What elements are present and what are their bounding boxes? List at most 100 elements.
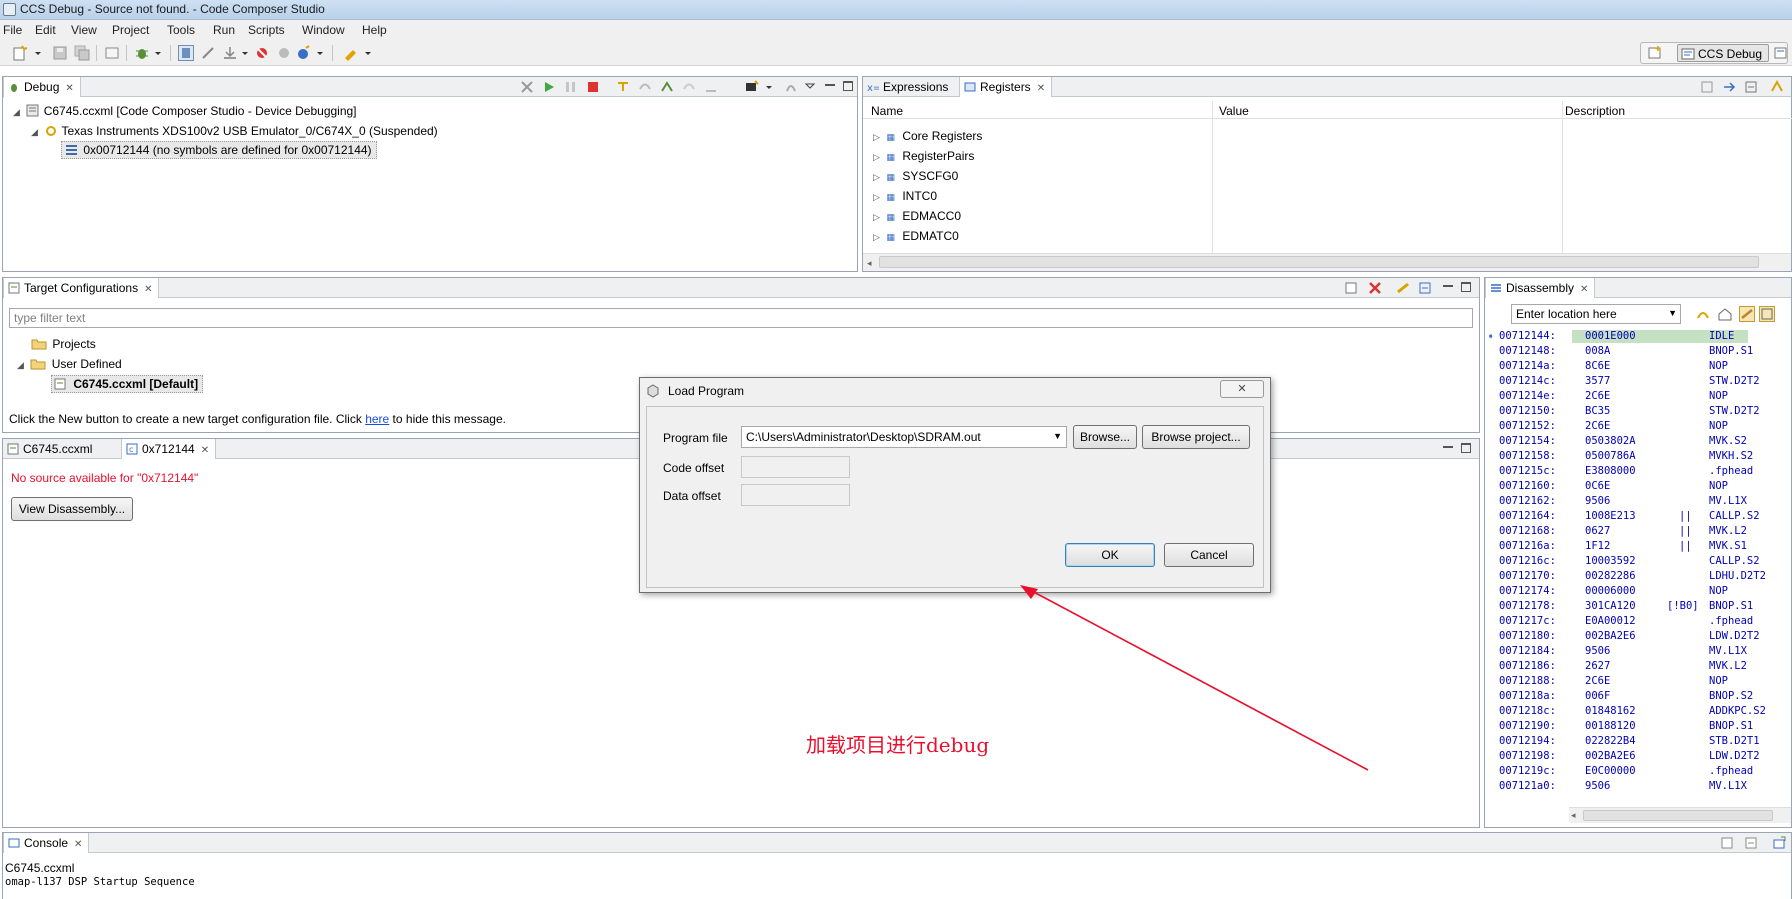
tab-expressions[interactable]: x= Expressions xyxy=(863,77,954,97)
tree-item-ccxml-default[interactable]: C6745.ccxml [Default] xyxy=(51,375,204,393)
step-into-icon[interactable] xyxy=(615,79,631,95)
close-icon[interactable]: ✕ xyxy=(1580,284,1588,295)
close-icon[interactable]: ✕ xyxy=(201,445,209,456)
scroll-thumb[interactable] xyxy=(879,256,1759,268)
menu-tools[interactable]: Tools xyxy=(167,23,195,37)
refresh-icon[interactable] xyxy=(1769,79,1785,95)
step-over-icon[interactable] xyxy=(637,79,653,95)
tree-item-user-defined[interactable]: ◢ User Defined xyxy=(17,357,122,371)
location-input[interactable]: Enter location here ▼ xyxy=(1511,304,1681,324)
menu-window[interactable]: Window xyxy=(302,23,345,37)
open-perspective-icon[interactable] xyxy=(1647,45,1663,61)
run-script-icon[interactable] xyxy=(296,45,312,61)
tree-item-projects[interactable]: Projects xyxy=(31,337,96,351)
save-icon[interactable] xyxy=(52,45,68,61)
menu-edit[interactable]: Edit xyxy=(35,23,56,37)
code-offset-field[interactable] xyxy=(741,456,850,478)
tab-console[interactable]: Console ✕ xyxy=(3,833,90,853)
horizontal-scrollbar[interactable]: ◂ xyxy=(1569,807,1791,823)
resume-icon[interactable] xyxy=(541,79,557,95)
home-icon[interactable] xyxy=(1717,306,1733,322)
view-disassembly-button[interactable]: View Disassembly... xyxy=(11,497,133,521)
clear-console-icon[interactable] xyxy=(1719,835,1735,851)
chevron-down-icon[interactable]: ▼ xyxy=(1668,308,1677,318)
chevron-down-icon[interactable]: ▼ xyxy=(1053,431,1062,441)
register-row[interactable]: ▷ ▦ Core Registers xyxy=(873,129,982,143)
ok-button[interactable]: OK xyxy=(1065,543,1155,567)
program-file-combo[interactable]: C:\Users\Administrator\Desktop\SDRAM.out… xyxy=(741,426,1067,448)
collapse-all-icon[interactable] xyxy=(1743,79,1759,95)
minimize-button[interactable] xyxy=(1443,282,1453,287)
filter-input[interactable]: type filter text xyxy=(9,308,1473,328)
tab-registers[interactable]: Registers ✕ xyxy=(959,77,1053,97)
format-icon[interactable] xyxy=(1721,79,1737,95)
register-row[interactable]: ▷ ▦ EDMATC0 xyxy=(873,229,959,243)
external-tools-icon[interactable] xyxy=(342,45,358,61)
breakpoint-icon[interactable] xyxy=(254,45,270,61)
save-all-icon[interactable] xyxy=(74,45,90,61)
column-header-name[interactable]: Name xyxy=(871,104,903,118)
tree-item-stack-frame[interactable]: 0x00712144 (no symbols are defined for 0… xyxy=(61,141,377,159)
connect-target-icon[interactable] xyxy=(178,45,194,61)
chevron-down-icon[interactable] xyxy=(241,45,249,61)
column-header-description[interactable]: Description xyxy=(1565,104,1625,118)
run-to-line-icon[interactable] xyxy=(703,79,719,95)
menu-scripts[interactable]: Scripts xyxy=(248,23,285,37)
minimize-button[interactable] xyxy=(825,81,835,86)
tab-0x712144[interactable]: c 0x712144 ✕ xyxy=(121,439,217,459)
close-icon[interactable]: ✕ xyxy=(144,284,152,295)
register-row[interactable]: ▷ ▦ SYSCFG0 xyxy=(873,169,958,183)
register-row[interactable]: ▷ ▦ INTC0 xyxy=(873,189,937,203)
tree-item-emulator[interactable]: ◢ Texas Instruments XDS100v2 USB Emulato… xyxy=(31,124,438,138)
new-target-config-icon[interactable] xyxy=(1343,280,1359,296)
tree-item-ccxml[interactable]: ◢ C6745.ccxml [Code Composer Studio - De… xyxy=(13,104,357,118)
view-menu-icon[interactable] xyxy=(805,79,815,95)
load-icon[interactable] xyxy=(222,45,238,61)
close-icon[interactable]: ✕ xyxy=(65,83,73,94)
chevron-down-icon[interactable] xyxy=(316,45,324,61)
tab-debug[interactable]: Debug ✕ xyxy=(3,77,81,97)
menu-run[interactable]: Run xyxy=(213,23,235,37)
open-console-icon[interactable] xyxy=(104,45,120,61)
link-icon[interactable] xyxy=(1395,280,1411,296)
chevron-down-icon[interactable] xyxy=(154,45,162,61)
new-icon[interactable] xyxy=(12,45,28,61)
step-back-icon[interactable] xyxy=(681,79,697,95)
tab-disassembly[interactable]: Disassembly ✕ xyxy=(1485,278,1596,298)
register-row[interactable]: ▷ ▦ RegisterPairs xyxy=(873,149,974,163)
terminate-icon[interactable] xyxy=(585,79,601,95)
browse-button[interactable]: Browse... xyxy=(1073,425,1137,449)
maximize-button[interactable] xyxy=(1461,443,1471,453)
skip-breakpoints-icon[interactable] xyxy=(276,45,292,61)
close-icon[interactable]: ✕ xyxy=(1220,380,1264,398)
pin-icon[interactable] xyxy=(200,45,216,61)
collapse-all-icon[interactable] xyxy=(1417,280,1433,296)
browse-project-button[interactable]: Browse project... xyxy=(1142,425,1250,449)
hide-message-link[interactable]: here xyxy=(365,412,389,426)
register-row[interactable]: ▷ ▦ EDMACC0 xyxy=(873,209,961,223)
chip-icon[interactable] xyxy=(743,79,759,95)
column-header-value[interactable]: Value xyxy=(1219,104,1249,118)
data-offset-field[interactable] xyxy=(741,484,850,506)
menu-file[interactable]: File xyxy=(3,23,22,37)
cc-edit-perspective-icon[interactable] xyxy=(1773,45,1789,61)
cancel-button[interactable]: Cancel xyxy=(1164,543,1254,567)
go-to-pc-icon[interactable] xyxy=(1695,306,1711,322)
collapse-arrow-icon[interactable]: ◢ xyxy=(13,107,23,118)
close-icon[interactable]: ✕ xyxy=(74,839,82,850)
tab-target-configurations[interactable]: Target Configurations ✕ xyxy=(3,278,160,298)
chevron-down-icon[interactable] xyxy=(765,79,773,95)
maximize-button[interactable] xyxy=(1461,282,1471,292)
remove-terminated-icon[interactable] xyxy=(519,79,535,95)
horizontal-scrollbar[interactable]: ◂ xyxy=(863,253,1791,271)
maximize-button[interactable] xyxy=(843,81,853,91)
step-return-icon[interactable] xyxy=(659,79,675,95)
tab-c6745-ccxml[interactable]: C6745.ccxml xyxy=(3,439,98,459)
close-icon[interactable]: ✕ xyxy=(1037,83,1045,94)
minimize-button[interactable] xyxy=(1443,443,1453,448)
menu-help[interactable]: Help xyxy=(362,23,387,37)
menu-view[interactable]: View xyxy=(71,23,97,37)
collapse-arrow-icon[interactable]: ◢ xyxy=(17,360,27,371)
suspend-icon[interactable] xyxy=(563,79,579,95)
collapse-arrow-icon[interactable]: ◢ xyxy=(31,127,41,138)
